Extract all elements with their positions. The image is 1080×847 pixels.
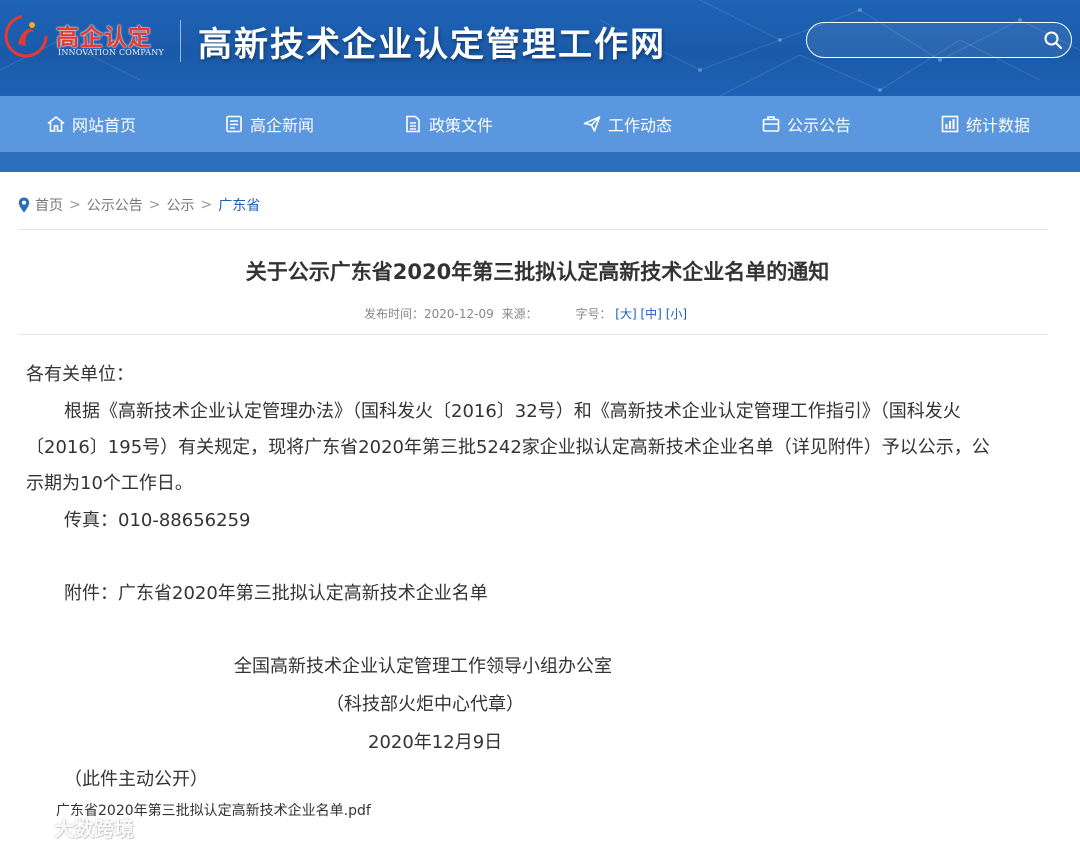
logo-divider xyxy=(180,20,181,62)
publish-date: 2020-12-09 xyxy=(424,307,494,321)
document-icon xyxy=(403,114,423,134)
paragraph-line: 〔2016〕195号）有关规定，现将广东省2020年第三批5242家企业拟认定高… xyxy=(26,437,990,458)
breadcrumb-divider xyxy=(18,229,1048,230)
logo-english-text: INNOVATION COMPANY xyxy=(58,48,164,57)
signature-organization: 全国高新技术企业认定管理工作领导小组办公室 xyxy=(234,656,612,677)
signature-note: （科技部火炬中心代章） xyxy=(326,694,524,715)
font-size-label: 字号： xyxy=(575,307,612,321)
nav-label: 工作动态 xyxy=(608,116,673,135)
nav-label: 公示公告 xyxy=(787,116,852,135)
nav-label: 网站首页 xyxy=(72,116,137,135)
nav-bottom-strip xyxy=(0,152,1080,172)
breadcrumb: 首页 > 公示公告 > 公示 > 广东省 xyxy=(18,195,260,215)
font-size-medium-button[interactable]: [中] xyxy=(640,307,661,321)
nav-label: 高企新闻 xyxy=(250,116,315,135)
attachment-line: 附件：广东省2020年第三批拟认定高新技术企业名单 xyxy=(64,583,488,604)
fax-line: 传真：010-88656259 xyxy=(64,510,251,531)
paragraph-line: 示期为10个工作日。 xyxy=(26,473,193,494)
breadcrumb-public-notice[interactable]: 公示 xyxy=(166,195,194,215)
article-title: 关于公示广东省2020年第三批拟认定高新技术企业名单的通知 xyxy=(245,260,830,284)
nav-item-policy[interactable]: 政策文件 xyxy=(403,96,493,152)
source-label: 来源： xyxy=(501,307,538,321)
site-header: 高企认定 INNOVATION COMPANY 高新技术企业认定管理工作网 xyxy=(0,0,1080,96)
font-size-large-button[interactable]: [大] xyxy=(615,307,636,321)
search-icon[interactable] xyxy=(1043,30,1063,50)
breadcrumb-separator: > xyxy=(200,197,213,213)
breadcrumb-announcements[interactable]: 公示公告 xyxy=(87,195,143,215)
publish-label: 发布时间： xyxy=(364,307,425,321)
search-input[interactable] xyxy=(821,29,1035,53)
site-title: 高新技术企业认定管理工作网 xyxy=(198,25,666,65)
breadcrumb-home[interactable]: 首页 xyxy=(35,195,63,215)
font-size-small-button[interactable]: [小] xyxy=(666,307,687,321)
site-logo[interactable]: 高企认定 INNOVATION COMPANY xyxy=(4,12,176,62)
watermark-logo-icon xyxy=(8,818,47,836)
news-icon xyxy=(224,114,244,134)
nav-item-statistics[interactable]: 统计数据 xyxy=(940,96,1030,152)
breadcrumb-separator: > xyxy=(69,197,81,213)
chart-icon xyxy=(940,114,960,134)
main-nav: 网站首页 高企新闻 政策文件 工作动态 公示公告 统计数据 xyxy=(0,96,1080,152)
search-box[interactable] xyxy=(806,22,1072,58)
salutation: 各有关单位： xyxy=(26,364,134,385)
article-header-divider xyxy=(18,334,1048,335)
article-meta: 发布时间：2020-12-09 来源： 字号： [大] [中] [小] xyxy=(364,305,687,322)
public-note: （此件主动公开） xyxy=(64,769,208,790)
paragraph-line: 根据《高新技术企业认定管理办法》（国科发火〔2016〕32号）和《高新技术企业认… xyxy=(64,401,961,422)
briefcase-icon xyxy=(761,114,781,134)
send-icon xyxy=(582,114,602,134)
watermark-text: 大数跨境 xyxy=(54,816,134,841)
signature-date: 2020年12月9日 xyxy=(368,732,503,753)
watermark: 大数跨境 xyxy=(8,812,134,842)
nav-label: 统计数据 xyxy=(966,116,1031,135)
breadcrumb-separator: > xyxy=(148,197,161,213)
home-icon xyxy=(46,114,66,134)
nav-item-work-updates[interactable]: 工作动态 xyxy=(582,96,672,152)
logo-chinese-text: 高企认定 xyxy=(56,25,152,51)
breadcrumb-current[interactable]: 广东省 xyxy=(218,195,260,215)
nav-item-home[interactable]: 网站首页 xyxy=(46,96,136,152)
location-pin-icon xyxy=(18,197,30,213)
logo-mark-icon xyxy=(4,14,48,58)
nav-item-announcements[interactable]: 公示公告 xyxy=(761,96,851,152)
nav-item-news[interactable]: 高企新闻 xyxy=(224,96,314,152)
nav-label: 政策文件 xyxy=(429,116,494,135)
